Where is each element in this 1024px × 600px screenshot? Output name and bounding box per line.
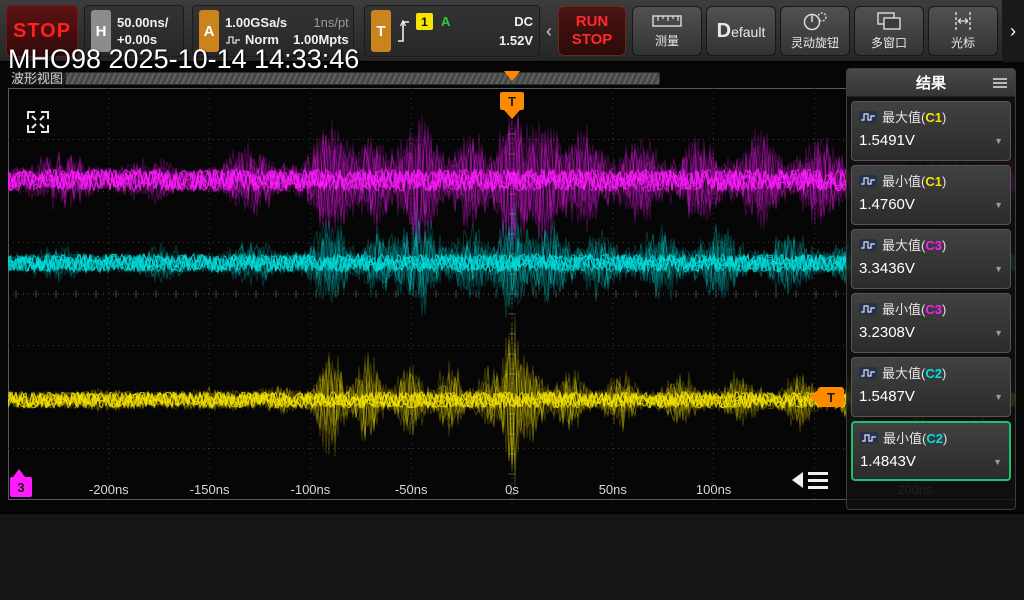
chevron-down-icon[interactable]: ▼ — [994, 328, 1003, 338]
result-item-C1-2[interactable]: 最小值(C1) 1.4760V ▼ — [851, 165, 1011, 225]
windows-icon — [876, 11, 902, 31]
measurement-icon — [859, 303, 877, 315]
result-item-C2-6[interactable]: 最小值(C2) 1.4843V ▼ — [851, 421, 1011, 481]
acquire-settings-block[interactable]: A 1.00GSa/s Norm 1ns/pt 1.00Mpts — [192, 5, 354, 57]
acquire-key-icon: A — [199, 10, 219, 52]
trigger-source-badge: 1 — [416, 13, 433, 30]
trigger-level-value: 1.52V — [416, 33, 533, 49]
tab-waveform-view[interactable]: 波形视图 — [8, 68, 66, 87]
trigger-level-badge[interactable]: T — [818, 387, 844, 407]
hamburger-menu-icon[interactable] — [992, 77, 1008, 89]
result-value: 1.4843V — [860, 453, 916, 470]
oscilloscope-screen: -200ns-150ns-100ns-50ns0s50ns100ns 200ns… — [0, 0, 1024, 600]
smart-knob-label: 灵动旋钮 — [791, 34, 839, 51]
horizontal-offset-value: +0.00s — [117, 32, 168, 48]
trigger-position-marker[interactable]: T — [500, 92, 524, 110]
smart-knob-button[interactable]: 灵动旋钮 — [780, 6, 850, 56]
trigger-position-arrow-icon[interactable] — [504, 71, 520, 81]
stop-label: STOP — [572, 31, 613, 49]
default-button[interactable]: Default — [706, 6, 776, 56]
default-label: Default — [717, 20, 766, 43]
menu-bars-icon — [808, 468, 828, 493]
result-label: 最大值(C2) — [882, 363, 946, 382]
bottom-status-bar: R 1 50.00mV/ 10X -1.61V 2 50.00mV/ 10X -… — [0, 512, 1024, 600]
timebase-value: 50.00ns/ — [117, 15, 168, 31]
result-value: 1.5491V — [859, 132, 915, 149]
toolbar-scroll-right[interactable]: › — [1002, 0, 1024, 62]
resolution-value: 1ns/pt — [293, 15, 349, 31]
result-item-C3-3[interactable]: 最大值(C3) 3.3436V ▼ — [851, 229, 1011, 289]
chevron-down-icon[interactable]: ▼ — [994, 200, 1003, 210]
horizontal-settings-block[interactable]: H 50.00ns/ +0.00s — [84, 5, 184, 57]
result-label: 最大值(C1) — [882, 107, 946, 126]
horizontal-delay-bar[interactable] — [14, 72, 660, 85]
cursor-label: 光标 — [951, 34, 975, 51]
sample-rate-value: 1.00GSa/s — [225, 15, 287, 31]
top-toolbar: STOP H 50.00ns/ +0.00s A 1.00GSa/s Norm … — [0, 0, 1024, 62]
result-item-C1-1[interactable]: 最大值(C1) 1.5491V ▼ — [851, 101, 1011, 161]
memory-depth-value: 1.00Mpts — [293, 32, 349, 48]
cursor-lines-icon — [950, 11, 976, 31]
results-list: 最大值(C1) 1.5491V ▼ 最小值(C1) 1.4760V ▼ 最大值(… — [847, 101, 1015, 481]
chevron-down-icon[interactable]: ▼ — [993, 457, 1002, 467]
stop-status-button[interactable]: STOP — [6, 5, 78, 57]
horizontal-key-icon: H — [91, 10, 111, 52]
results-panel-header[interactable]: 结果 — [847, 69, 1015, 97]
multi-window-label: 多窗口 — [871, 34, 907, 51]
result-value: 1.4760V — [859, 196, 915, 213]
chevron-down-icon[interactable]: ▼ — [994, 136, 1003, 146]
multi-window-button[interactable]: 多窗口 — [854, 6, 924, 56]
results-title: 结果 — [916, 72, 946, 93]
waveform-menu-icon[interactable] — [792, 468, 828, 493]
triangle-left-icon — [792, 472, 803, 488]
result-label: 最小值(C2) — [883, 428, 947, 447]
channel-3-offset-badge[interactable]: 3 — [10, 477, 32, 497]
fullscreen-expand-icon[interactable] — [24, 108, 52, 136]
results-panel: 结果 最大值(C1) 1.5491V ▼ 最小值(C1) — [846, 68, 1016, 510]
measurement-icon — [859, 111, 877, 123]
result-label: 最小值(C3) — [882, 299, 946, 318]
result-value: 3.3436V — [859, 260, 915, 277]
trigger-settings-block[interactable]: T 1 A DC 1.52V — [364, 5, 540, 57]
rising-edge-icon — [397, 17, 410, 45]
result-value: 1.5487V — [859, 388, 915, 405]
cursor-button[interactable]: 光标 — [928, 6, 998, 56]
toolbar-scroll-left[interactable]: ‹ — [543, 0, 555, 62]
trigger-sweep-mode: A — [441, 14, 450, 29]
trigger-coupling-value: DC — [514, 14, 533, 30]
chevron-down-icon[interactable]: ▼ — [994, 392, 1003, 402]
result-label: 最小值(C1) — [882, 171, 946, 190]
measure-label: 测量 — [655, 32, 679, 49]
result-item-C2-5[interactable]: 最大值(C2) 1.5487V ▼ — [851, 357, 1011, 417]
result-value: 3.2308V — [859, 324, 915, 341]
result-item-C3-4[interactable]: 最小值(C3) 3.2308V ▼ — [851, 293, 1011, 353]
run-label: RUN — [576, 13, 609, 31]
measurement-icon — [859, 367, 877, 379]
knob-icon — [802, 11, 828, 31]
acq-mode-value: Norm — [245, 32, 279, 48]
measurement-icon — [859, 239, 877, 251]
measure-button[interactable]: 测量 — [632, 6, 702, 56]
result-label: 最大值(C3) — [882, 235, 946, 254]
measurement-icon — [860, 432, 878, 444]
ruler-icon — [652, 13, 682, 29]
chevron-down-icon[interactable]: ▼ — [994, 264, 1003, 274]
run-stop-button[interactable]: RUN STOP — [558, 6, 626, 56]
acq-waveform-icon — [225, 35, 241, 45]
trigger-key-icon: T — [371, 10, 391, 52]
measurement-icon — [859, 175, 877, 187]
